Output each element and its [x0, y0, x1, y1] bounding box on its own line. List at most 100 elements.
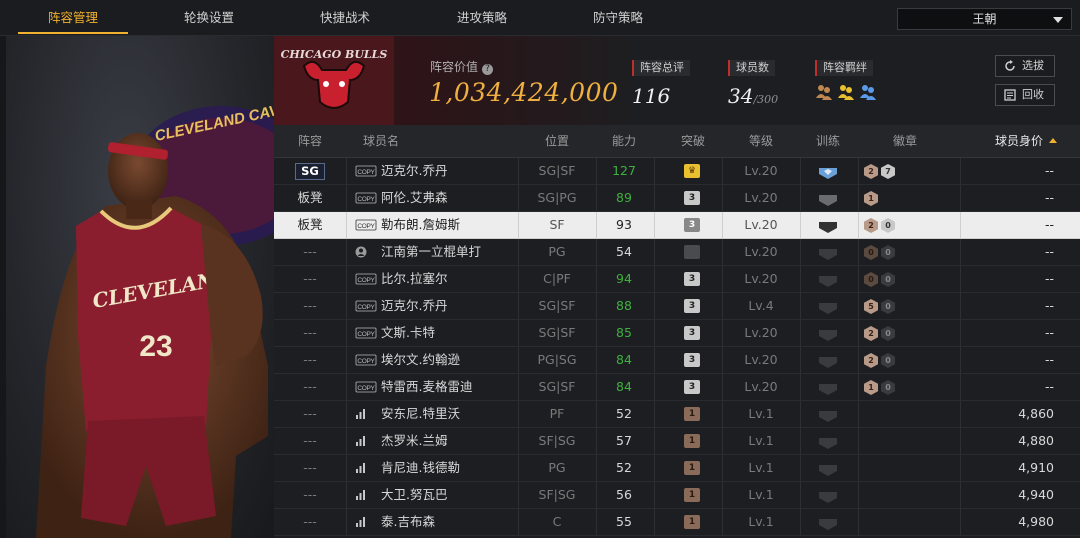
training-icon[interactable]	[818, 435, 838, 454]
player-name[interactable]: 阿伦.艾弗森	[381, 185, 521, 211]
recycle-button[interactable]: 回收	[995, 84, 1055, 106]
table-row[interactable]: --- COPY 文斯.卡特 SG|SF 85 3 Lv.20 2 0 --	[274, 320, 1080, 347]
player-name[interactable]: 大卫.努瓦巴	[381, 482, 521, 508]
lineup-slot[interactable]: ---	[274, 428, 346, 454]
col-player-value[interactable]: 球员身价	[974, 125, 1078, 158]
tab-rotation-settings[interactable]: 轮换设置	[154, 0, 264, 36]
lineup-slot[interactable]: 板凳	[274, 212, 346, 238]
copy-tag-icon: COPY	[355, 326, 377, 342]
col-lineup[interactable]: 阵容	[274, 125, 346, 158]
signal-bars-icon	[355, 462, 367, 476]
lineup-slot[interactable]: ---	[274, 293, 346, 319]
table-row[interactable]: --- 泰.吉布森 C 55 1 Lv.1 4,980	[274, 509, 1080, 536]
column-divider	[346, 293, 347, 319]
training-icon[interactable]	[818, 516, 838, 535]
tab-quick-tactics[interactable]: 快捷战术	[290, 0, 400, 36]
help-icon[interactable]: ?	[482, 64, 494, 75]
player-position: PG	[548, 244, 566, 259]
lineup-slot[interactable]: ---	[274, 374, 346, 400]
table-row[interactable]: --- 肯尼迪.钱德勒 PG 52 1 Lv.1 4,910	[274, 455, 1080, 482]
lineup-slot[interactable]: ---	[274, 455, 346, 481]
training-icon[interactable]	[818, 246, 838, 265]
col-level[interactable]: 等级	[732, 125, 790, 158]
lineup-slot[interactable]: 板凳	[274, 185, 346, 211]
table-row[interactable]: --- 杰罗米.兰姆 SF|SG 57 1 Lv.1 4,880	[274, 428, 1080, 455]
player-name[interactable]: 迈克尔.乔丹	[381, 293, 521, 319]
svg-text:COPY: COPY	[357, 223, 375, 230]
badge-count: 0	[881, 380, 895, 395]
player-name[interactable]: 勒布朗.詹姆斯	[381, 212, 521, 238]
table-row[interactable]: --- COPY 比尔.拉塞尔 C|PF 94 3 Lv.20 0 0 --	[274, 266, 1080, 293]
table-row[interactable]: --- COPY 迈克尔.乔丹 SG|SF 88 3 Lv.4 5 0 --	[274, 293, 1080, 320]
player-power: 55	[616, 514, 632, 529]
training-icon[interactable]	[818, 354, 838, 373]
training-icon[interactable]	[818, 300, 838, 319]
column-divider	[800, 401, 801, 427]
lineup-slot[interactable]: ---	[274, 239, 346, 265]
training-icon[interactable]	[818, 408, 838, 427]
training-icon[interactable]	[818, 462, 838, 481]
col-power[interactable]: 能力	[597, 125, 651, 158]
column-divider	[722, 239, 723, 265]
player-value: 4,940	[1018, 487, 1054, 502]
player-name[interactable]: 比尔.拉塞尔	[381, 266, 521, 292]
training-icon[interactable]	[818, 219, 838, 238]
column-divider	[800, 428, 801, 454]
player-name[interactable]: 埃尔文.约翰逊	[381, 347, 521, 373]
player-name[interactable]: 江南第一立棍单打	[381, 239, 521, 265]
table-row[interactable]: SG COPY 迈克尔.乔丹 SG|SF 127 ♛ Lv.20 2 7 --	[274, 158, 1080, 185]
lineup-slot[interactable]: ---	[274, 347, 346, 373]
table-row[interactable]: --- 安东尼.特里沃 PF 52 1 Lv.1 4,860	[274, 401, 1080, 428]
tab-roster-management[interactable]: 阵容管理	[18, 0, 128, 36]
copy-tag-icon: COPY	[355, 353, 377, 369]
svg-text:COPY: COPY	[357, 169, 375, 176]
tab-defense-strategy[interactable]: 防守策略	[563, 0, 673, 36]
table-row[interactable]: 板凳 COPY 阿伦.艾弗森 SG|PG 89 3 Lv.20 1 --	[274, 185, 1080, 212]
training-icon[interactable]	[818, 165, 838, 184]
training-icon[interactable]	[818, 489, 838, 508]
col-training[interactable]: 训练	[801, 125, 855, 158]
player-name[interactable]: 文斯.卡特	[381, 320, 521, 346]
lineup-slot[interactable]: ---	[274, 320, 346, 346]
player-level: Lv.20	[744, 325, 778, 340]
column-divider	[960, 509, 961, 535]
column-divider	[858, 455, 859, 481]
lineup-slot[interactable]: ---	[274, 266, 346, 292]
lineup-slot[interactable]: ---	[274, 509, 346, 535]
column-divider	[346, 239, 347, 265]
training-icon[interactable]	[818, 327, 838, 346]
training-icon[interactable]	[818, 381, 838, 400]
table-row[interactable]: 板凳 COPY 勒布朗.詹姆斯 SF 93 3 Lv.20 2 0 --	[274, 212, 1080, 239]
badge-count: 7	[881, 164, 895, 179]
user-dropdown[interactable]: 王朝	[897, 8, 1072, 30]
player-name[interactable]: 迈克尔.乔丹	[381, 158, 521, 184]
tab-offense-strategy[interactable]: 进攻策略	[427, 0, 537, 36]
table-row[interactable]: --- 大卫.努瓦巴 SF|SG 56 1 Lv.1 4,940	[274, 482, 1080, 509]
player-name[interactable]: 杰罗米.兰姆	[381, 428, 521, 454]
training-icon[interactable]	[818, 273, 838, 292]
column-divider	[346, 185, 347, 211]
select-button[interactable]: 选拔	[995, 55, 1055, 77]
col-breakthrough[interactable]: 突破	[666, 125, 720, 158]
lineup-slot[interactable]: SG	[274, 158, 346, 184]
table-row[interactable]: --- 江南第一立棍单打 PG 54 Lv.20 0 0 --	[274, 239, 1080, 266]
player-name[interactable]: 安东尼.特里沃	[381, 401, 521, 427]
lineup-slot[interactable]: ---	[274, 482, 346, 508]
player-name[interactable]: 肯尼迪.钱德勒	[381, 455, 521, 481]
table-row[interactable]: --- COPY 特雷西.麦格雷迪 SG|SF 84 3 Lv.20 1 0 --	[274, 374, 1080, 401]
chemistry-icons[interactable]	[815, 82, 885, 106]
lineup-slot[interactable]: ---	[274, 401, 346, 427]
copy-tag-icon: COPY	[355, 380, 377, 396]
column-divider	[654, 509, 655, 535]
column-divider	[654, 239, 655, 265]
col-position[interactable]: 位置	[528, 125, 586, 158]
player-power: 85	[616, 325, 632, 340]
training-icon[interactable]	[818, 192, 838, 211]
player-name[interactable]: 特雷西.麦格雷迪	[381, 374, 521, 400]
app-root: 阵容管理 轮换设置 快捷战术 进攻策略 防守策略 王朝 CLEVELAND CA…	[0, 0, 1080, 538]
player-name[interactable]: 泰.吉布森	[381, 509, 521, 535]
col-badges[interactable]: 徽章	[870, 125, 940, 158]
col-player-name[interactable]: 球员名	[356, 125, 406, 158]
table-row[interactable]: --- COPY 埃尔文.约翰逊 PG|SG 84 3 Lv.20 2 0 --	[274, 347, 1080, 374]
column-divider	[858, 185, 859, 211]
